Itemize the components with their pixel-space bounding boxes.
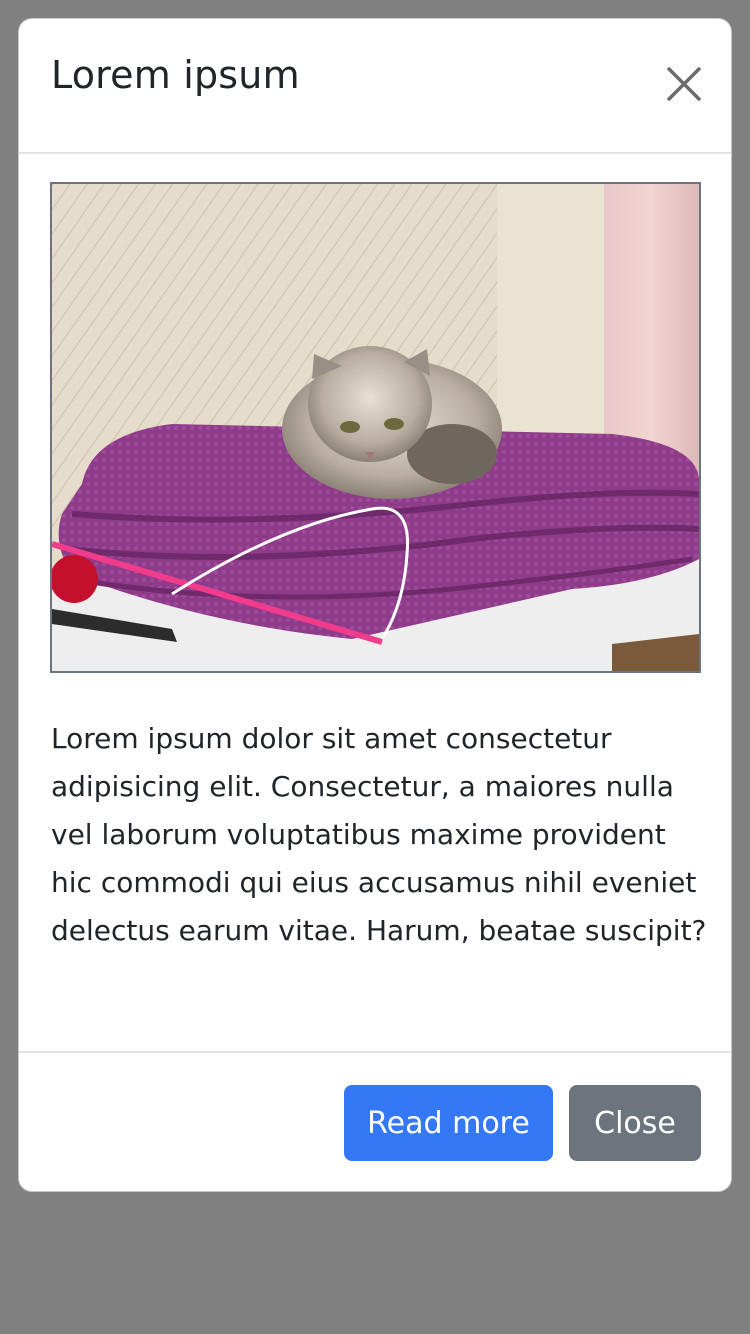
modal-title: Lorem ipsum: [51, 53, 300, 97]
read-more-button[interactable]: Read more: [344, 1085, 553, 1161]
modal-dialog: Lorem ipsum Lorem ipsum dolor sit amet c…: [18, 18, 732, 1192]
close-button[interactable]: Close: [569, 1085, 701, 1161]
modal-footer: Read more Close: [19, 1051, 731, 1191]
modal-body: Lorem ipsum dolor sit amet consectetur a…: [19, 152, 731, 1050]
modal-header: Lorem ipsum: [19, 19, 731, 154]
cat-photo: [50, 182, 701, 673]
close-icon[interactable]: [665, 65, 703, 103]
modal-body-text: Lorem ipsum dolor sit amet consectetur a…: [51, 722, 707, 947]
